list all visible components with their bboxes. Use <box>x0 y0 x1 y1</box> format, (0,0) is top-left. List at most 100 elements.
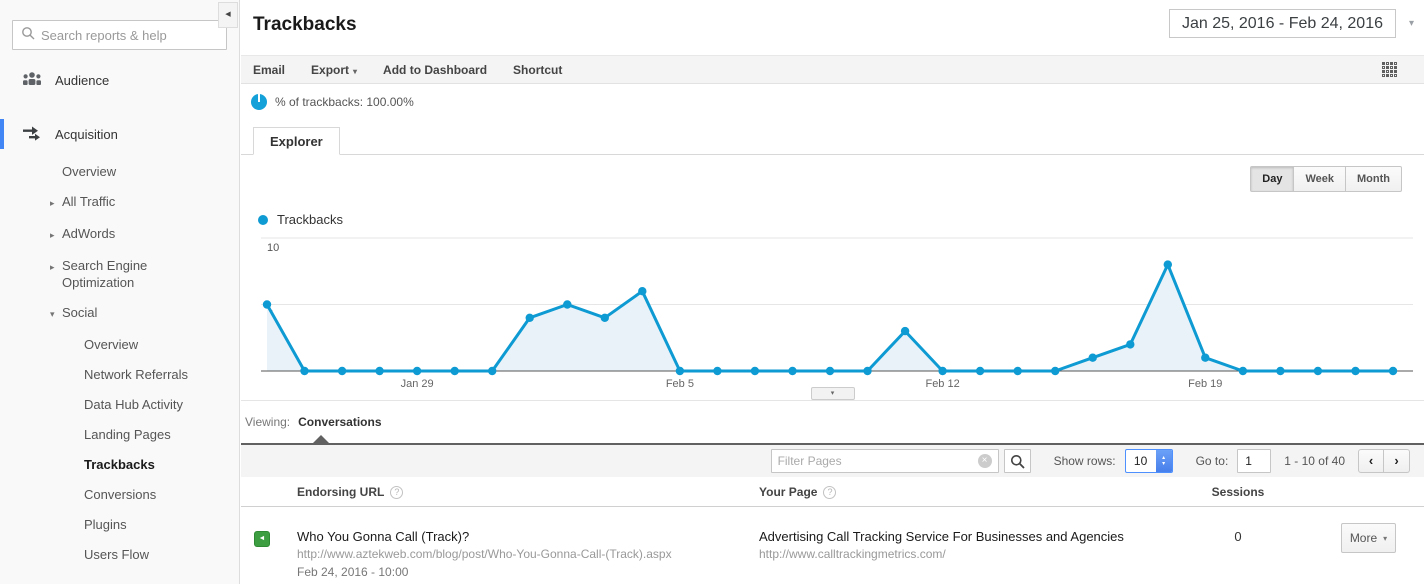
sidebar-acquisition-list: Overview▸All Traffic▸AdWords▸Search Engi… <box>0 156 239 569</box>
more-button[interactable]: More ▾ <box>1341 523 1396 553</box>
chevron-down-icon: ▾ <box>1383 534 1387 543</box>
email-button[interactable]: Email <box>253 63 285 77</box>
marker-spacer <box>72 486 84 503</box>
triangle-collapsed-icon[interactable]: ▸ <box>50 257 62 291</box>
chevron-down-icon: ▾ <box>831 390 835 397</box>
sidebar-item-overview[interactable]: Overview <box>0 329 239 359</box>
sidebar-collapse-button[interactable]: ◀ <box>218 2 238 28</box>
sidebar-item-overview[interactable]: Overview <box>0 156 239 186</box>
chevron-down-icon: ▾ <box>353 67 357 76</box>
page-title: Trackbacks <box>253 14 357 36</box>
collapse-left-icon: ◀ <box>225 11 230 18</box>
sidebar-item-label: Overview <box>84 336 138 353</box>
endorsing-url: http://www.aztekweb.com/blog/post/Who-Yo… <box>297 547 672 561</box>
sidebar-item-label: Search Engine Optimization <box>62 257 209 291</box>
viewing-row: Viewing: Conversations <box>241 401 1424 443</box>
triangle-collapsed-icon[interactable]: ▸ <box>50 225 62 244</box>
sidebar-item-data-hub-activity[interactable]: Data Hub Activity <box>0 389 239 419</box>
sidebar-item-plugins[interactable]: Plugins <box>0 509 239 539</box>
chart-legend: Trackbacks <box>258 212 343 227</box>
triangle-collapsed-icon[interactable]: ▸ <box>50 193 62 212</box>
sidebar-item-label: Conversions <box>84 486 156 503</box>
sidebar-item-trackbacks[interactable]: Trackbacks <box>0 449 239 479</box>
svg-text:Feb 5: Feb 5 <box>666 378 694 390</box>
sidebar-item-social[interactable]: ▾Social <box>0 297 239 329</box>
svg-text:Feb 19: Feb 19 <box>1188 378 1222 390</box>
sidebar-item-adwords[interactable]: ▸AdWords <box>0 218 239 250</box>
grid-icon[interactable] <box>1382 62 1398 78</box>
sidebar-item-label: Overview <box>62 163 116 180</box>
sidebar-item-all-traffic[interactable]: ▸All Traffic <box>0 186 239 218</box>
sidebar-item-users-flow[interactable]: Users Flow <box>0 539 239 569</box>
triangle-expanded-icon[interactable]: ▾ <box>50 304 62 323</box>
search-reports-input[interactable] <box>41 28 218 43</box>
trackbacks-chart[interactable]: 510Jan 29Feb 5Feb 12Feb 19 <box>261 233 1413 397</box>
viewing-label: Viewing: <box>245 415 290 429</box>
filter-pages-box[interactable]: × <box>771 449 999 473</box>
goto-page-input[interactable] <box>1237 449 1271 473</box>
export-button[interactable]: Export▾ <box>311 63 357 77</box>
metric-badge-row: % of trackbacks: 100.00% <box>241 84 1424 120</box>
shortcut-button[interactable]: Shortcut <box>513 63 562 77</box>
your-page-title-link[interactable]: Advertising Call Tracking Service For Bu… <box>759 529 1124 544</box>
endorsing-date: Feb 24, 2016 - 10:00 <box>297 565 408 579</box>
your-page-url: http://www.calltrackingmetrics.com/ <box>759 547 946 561</box>
trackback-source-icon: ◄ <box>254 531 270 547</box>
add-to-dashboard-button[interactable]: Add to Dashboard <box>383 63 487 77</box>
sidebar-item-label: All Traffic <box>62 193 115 212</box>
help-icon[interactable] <box>390 486 403 499</box>
main-content: Trackbacks Jan 25, 2016 - Feb 24, 2016 ▾… <box>241 0 1424 584</box>
sidebar-item-landing-pages[interactable]: Landing Pages <box>0 419 239 449</box>
granularity-month-button[interactable]: Month <box>1346 166 1402 192</box>
column-header-sessions: Sessions <box>1176 485 1300 499</box>
legend-label: Trackbacks <box>277 212 343 227</box>
legend-dot-icon <box>258 215 268 225</box>
report-header: Trackbacks Jan 25, 2016 - Feb 24, 2016 ▾ <box>241 0 1424 55</box>
marker-spacer <box>50 163 62 180</box>
granularity-day-button[interactable]: Day <box>1250 166 1294 192</box>
sidebar-item-search-engine-optimization[interactable]: ▸Search Engine Optimization <box>0 250 239 297</box>
chevron-down-icon[interactable]: ▾ <box>1409 18 1414 29</box>
sidebar-item-label: Network Referrals <box>84 366 188 383</box>
svg-text:10: 10 <box>267 242 279 254</box>
collapse-chart-button[interactable]: ▾ <box>811 387 855 400</box>
sidebar-item-label: Landing Pages <box>84 426 171 443</box>
show-rows-select[interactable]: 10 ▴▾ <box>1125 449 1173 473</box>
next-page-button[interactable]: › <box>1384 449 1410 473</box>
sidebar-item-label: Users Flow <box>84 546 149 563</box>
viewing-pointer-icon <box>313 435 329 443</box>
filter-pages-input[interactable] <box>778 454 974 468</box>
svg-text:Jan 29: Jan 29 <box>401 378 434 390</box>
search-icon <box>21 26 35 45</box>
marker-spacer <box>72 426 84 443</box>
filter-search-button[interactable] <box>1004 449 1031 473</box>
granularity-week-button[interactable]: Week <box>1294 166 1346 192</box>
column-header-your-page: Your Page <box>759 485 836 499</box>
sidebar-item-network-referrals[interactable]: Network Referrals <box>0 359 239 389</box>
sidebar-item-conversions[interactable]: Conversions <box>0 479 239 509</box>
pagination: ‹ › <box>1358 449 1410 473</box>
table-controls-bar: × Show rows: 10 ▴▾ Go to: 1 - 10 of 40 ‹… <box>241 443 1424 477</box>
viewing-value[interactable]: Conversations <box>298 415 381 429</box>
endorsing-title-link[interactable]: Who You Gonna Call (Track)? <box>297 529 469 544</box>
pagination-range: 1 - 10 of 40 <box>1284 454 1345 468</box>
chart-section: DayWeekMonth Trackbacks 510Jan 29Feb 5Fe… <box>241 155 1424 401</box>
stepper-icon[interactable]: ▴▾ <box>1156 450 1172 472</box>
tab-bar: Explorer <box>241 120 1424 155</box>
chart-svg: 510Jan 29Feb 5Feb 12Feb 19 <box>261 233 1413 397</box>
table-header: Endorsing URL Your Page Sessions <box>241 477 1424 507</box>
tab-explorer[interactable]: Explorer <box>253 127 340 155</box>
marker-spacer <box>72 336 84 353</box>
previous-page-button[interactable]: ‹ <box>1358 449 1384 473</box>
granularity-toggle: DayWeekMonth <box>1250 166 1402 192</box>
sidebar-item-label: Trackbacks <box>84 456 155 473</box>
clear-filter-icon[interactable]: × <box>978 454 992 468</box>
sidebar-item-label: AdWords <box>62 225 115 244</box>
sidebar-section-audience[interactable]: Audience <box>0 65 239 95</box>
table-row: ◄ Who You Gonna Call (Track)? http://www… <box>241 507 1424 584</box>
sidebar-item-label: Data Hub Activity <box>84 396 183 413</box>
sidebar-section-acquisition[interactable]: Acquisition <box>0 119 239 149</box>
search-reports-box[interactable] <box>12 20 227 50</box>
date-range-selector[interactable]: Jan 25, 2016 - Feb 24, 2016 <box>1169 9 1396 38</box>
help-icon[interactable] <box>823 486 836 499</box>
